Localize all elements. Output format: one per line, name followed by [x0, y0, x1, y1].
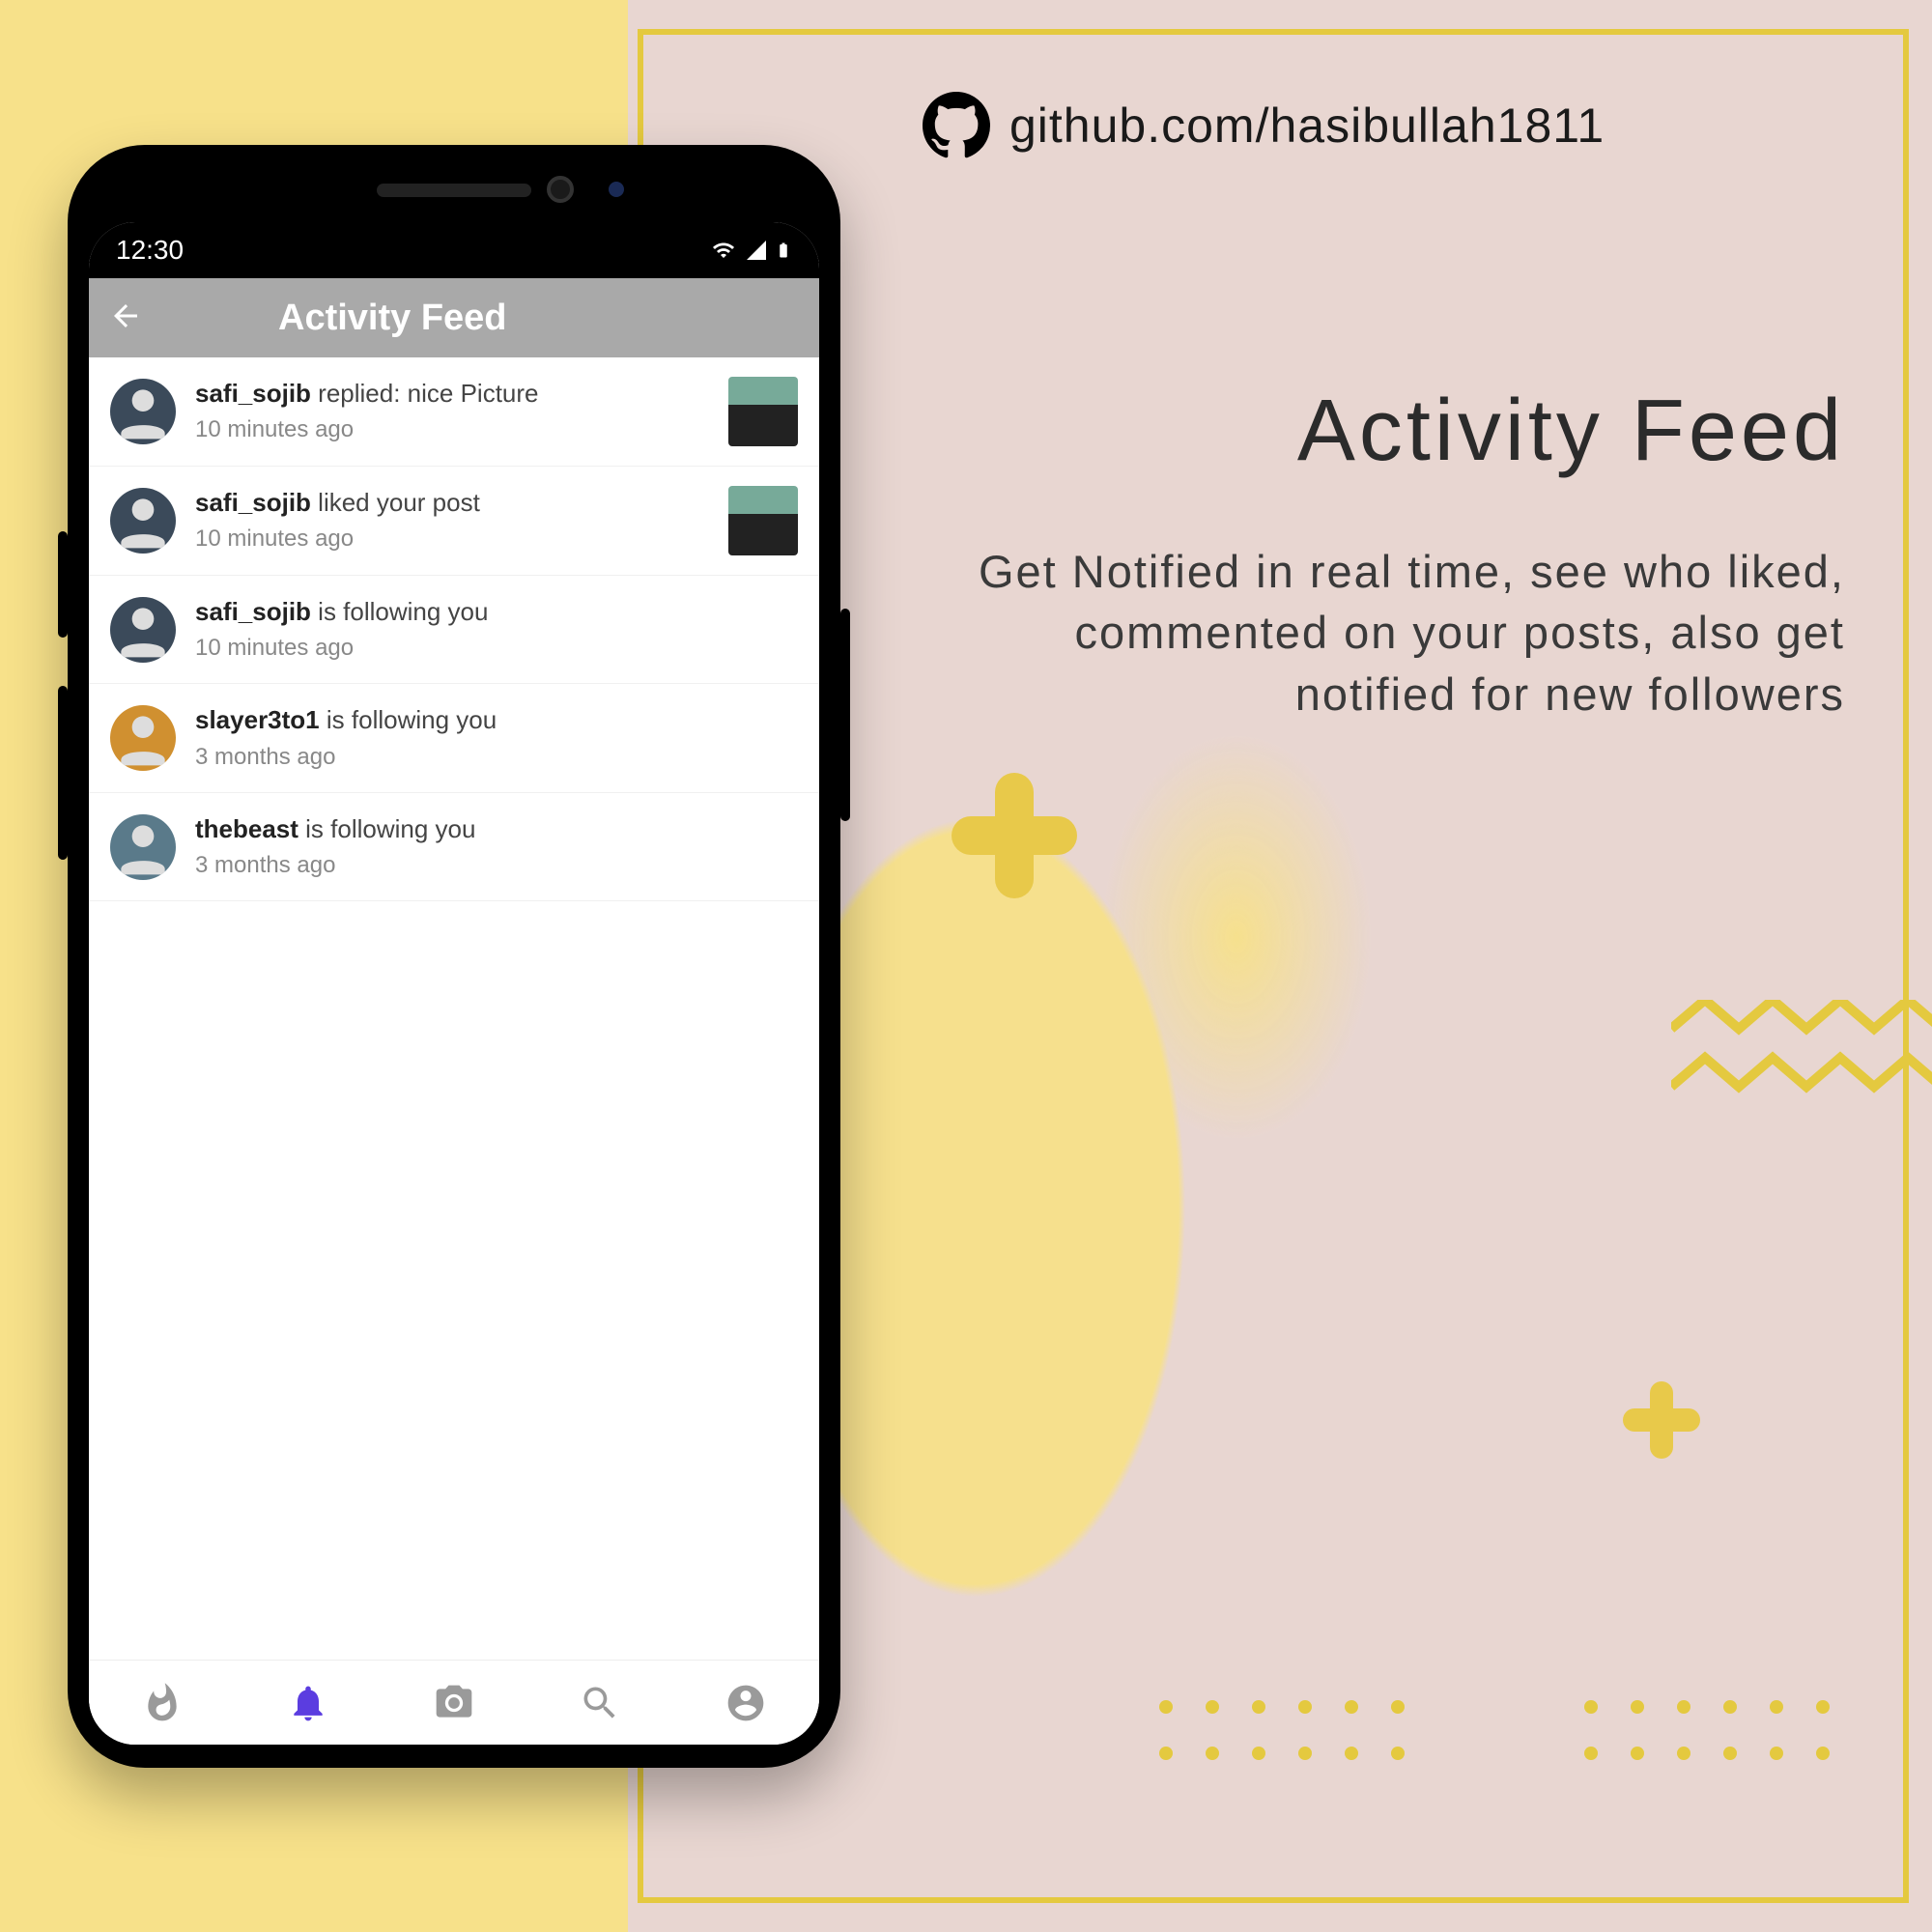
feed-item-text: safi_sojib liked your post 10 minutes ago — [195, 486, 709, 554]
github-link[interactable]: github.com/hasibullah1811 — [923, 92, 1605, 159]
camera-icon — [433, 1682, 475, 1724]
feed-action: is following you — [311, 597, 489, 626]
feed-item-text: safi_sojib is following you 10 minutes ag… — [195, 595, 798, 664]
phone-side-button — [58, 531, 68, 638]
feed-username: safi_sojib — [195, 379, 311, 408]
feed-item-text: safi_sojib replied: nice Picture 10 minut… — [195, 377, 709, 445]
phone-side-button — [840, 609, 850, 821]
nav-camera[interactable] — [433, 1682, 475, 1724]
nav-profile[interactable] — [724, 1682, 767, 1724]
feed-item-text: thebeast is following you 3 months ago — [195, 812, 798, 881]
person-icon — [110, 597, 176, 663]
phone-sensor — [609, 182, 624, 197]
search-icon — [579, 1682, 621, 1724]
person-icon — [110, 705, 176, 771]
signal-icon — [744, 239, 769, 262]
avatar[interactable] — [110, 705, 176, 771]
dot-grid — [1159, 1700, 1405, 1760]
activity-feed-item[interactable]: safi_sojib replied: nice Picture 10 minut… — [89, 357, 819, 467]
feed-action: is following you — [320, 705, 497, 734]
avatar[interactable] — [110, 488, 176, 554]
person-icon — [110, 379, 176, 444]
github-icon — [923, 92, 990, 159]
wifi-icon — [709, 239, 738, 262]
battery-icon — [775, 238, 792, 263]
activity-feed-list[interactable]: safi_sojib replied: nice Picture 10 minut… — [89, 357, 819, 1660]
feed-timestamp: 10 minutes ago — [195, 633, 798, 664]
nav-notifications[interactable] — [287, 1682, 329, 1724]
zigzag-icon — [1671, 1000, 1932, 1116]
dot-grid — [1584, 1700, 1830, 1760]
phone-frame: 12:30 Activity Feed safi_sojib replied: … — [68, 145, 840, 1768]
phone-camera — [547, 176, 574, 203]
activity-feed-item[interactable]: thebeast is following you 3 months ago — [89, 793, 819, 901]
feed-item-text: slayer3to1 is following you 3 months ago — [195, 703, 798, 772]
avatar[interactable] — [110, 814, 176, 880]
feed-timestamp: 10 minutes ago — [195, 414, 709, 445]
feed-username: thebeast — [195, 814, 298, 843]
arrow-left-icon — [108, 298, 143, 333]
activity-feed-item[interactable]: safi_sojib is following you 10 minutes ag… — [89, 576, 819, 684]
avatar[interactable] — [110, 379, 176, 444]
page-headline: Activity Feed — [1297, 382, 1845, 481]
nav-search[interactable] — [579, 1682, 621, 1724]
phone-speaker — [377, 184, 531, 197]
bell-icon — [287, 1682, 329, 1724]
feed-action: is following you — [298, 814, 476, 843]
feed-timestamp: 3 months ago — [195, 742, 798, 773]
feed-username: slayer3to1 — [195, 705, 320, 734]
page-subtext: Get Notified in real time, see who liked… — [956, 541, 1845, 724]
fire-icon — [141, 1682, 184, 1724]
activity-feed-item[interactable]: safi_sojib liked your post 10 minutes ago — [89, 467, 819, 576]
github-url-text: github.com/hasibullah1811 — [1009, 98, 1605, 154]
avatar[interactable] — [110, 597, 176, 663]
app-bar: Activity Feed — [89, 278, 819, 357]
status-icons — [709, 238, 792, 263]
feed-username: safi_sojib — [195, 488, 311, 517]
feed-timestamp: 10 minutes ago — [195, 524, 709, 554]
feed-action: liked your post — [311, 488, 480, 517]
app-bar-title: Activity Feed — [278, 298, 507, 339]
bottom-nav — [89, 1660, 819, 1745]
phone-screen: 12:30 Activity Feed safi_sojib replied: … — [89, 222, 819, 1745]
back-button[interactable] — [108, 298, 143, 338]
activity-feed-item[interactable]: slayer3to1 is following you 3 months ago — [89, 684, 819, 792]
post-thumbnail[interactable] — [728, 486, 798, 555]
profile-icon — [724, 1682, 767, 1724]
status-time: 12:30 — [116, 235, 184, 266]
person-icon — [110, 814, 176, 880]
nav-fire[interactable] — [141, 1682, 184, 1724]
feed-action: replied: nice Picture — [311, 379, 539, 408]
status-bar: 12:30 — [89, 222, 819, 278]
plus-icon — [1623, 1381, 1700, 1459]
person-icon — [110, 488, 176, 554]
phone-side-button — [58, 686, 68, 860]
feed-timestamp: 3 months ago — [195, 850, 798, 881]
feed-username: safi_sojib — [195, 597, 311, 626]
plus-icon — [952, 773, 1077, 898]
post-thumbnail[interactable] — [728, 377, 798, 446]
